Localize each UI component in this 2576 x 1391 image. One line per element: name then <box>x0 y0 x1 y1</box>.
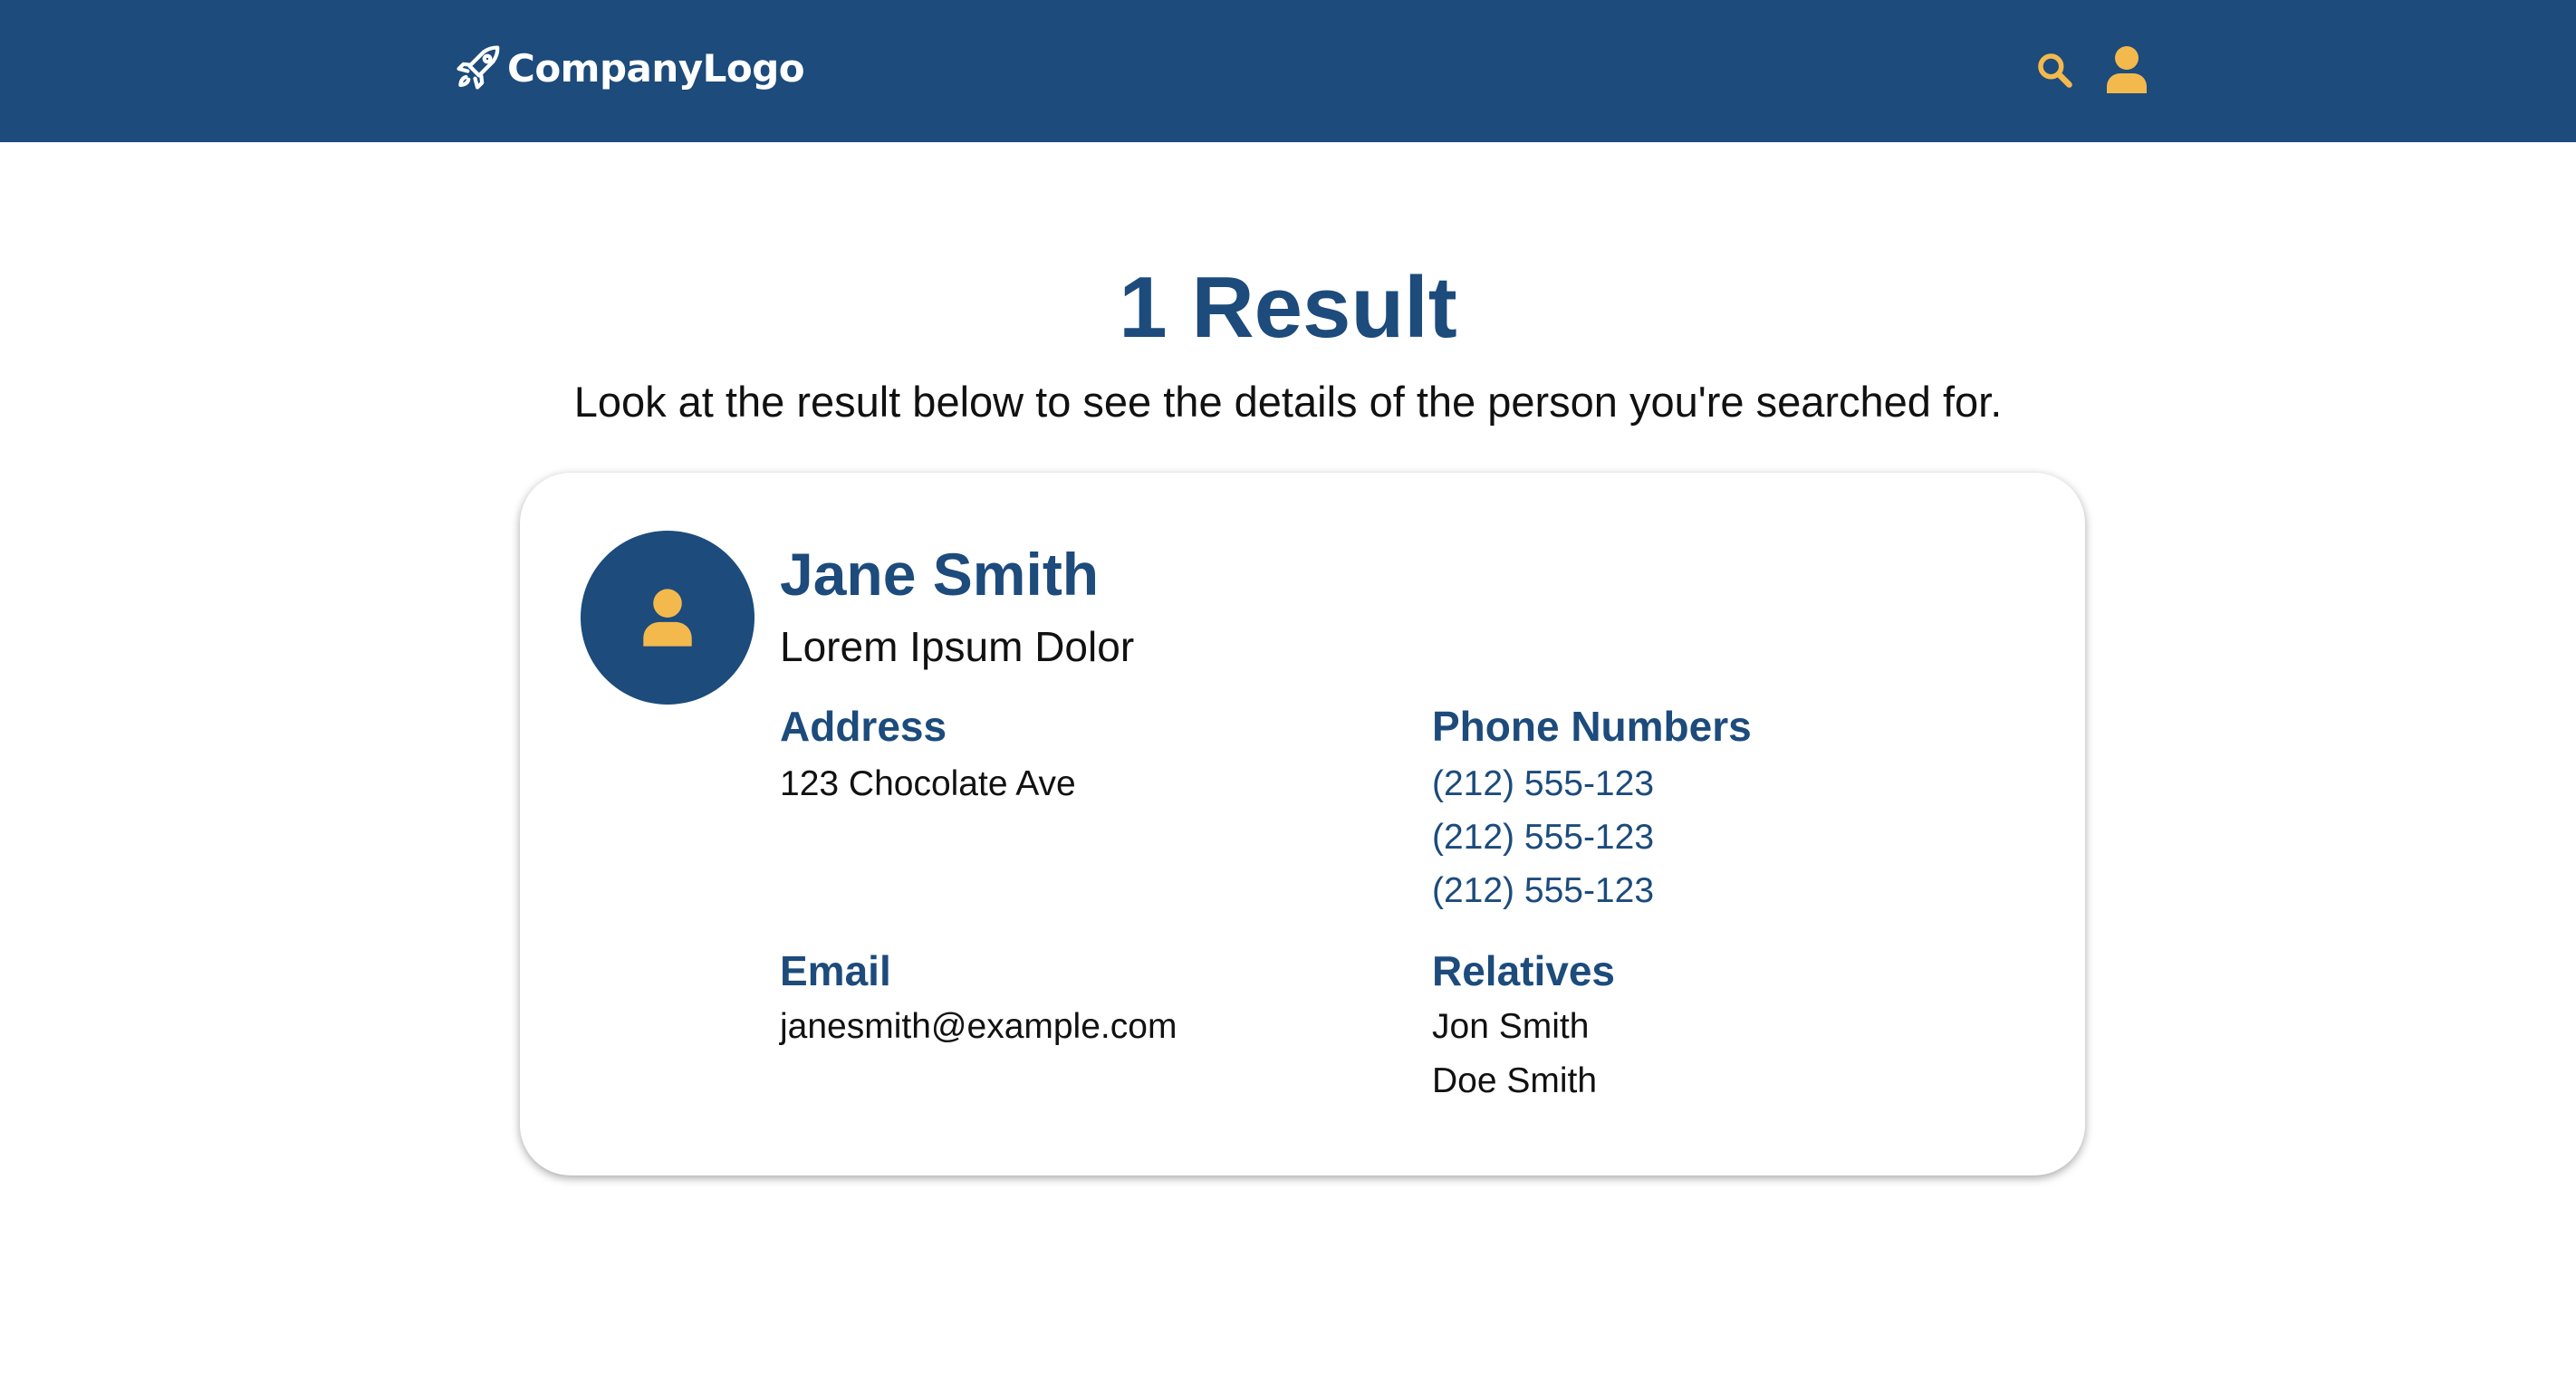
email-value: janesmith@example.com <box>780 1007 1177 1046</box>
phone-number-link[interactable]: (212) 555-123 <box>1432 763 1654 806</box>
person-name: Jane Smith <box>780 541 1100 608</box>
phone-number-link[interactable]: (212) 555-123 <box>1432 869 1654 913</box>
results-count-heading: 1 Result <box>1119 259 1457 356</box>
result-card: Jane Smith Lorem Ipsum Dolor Address 123… <box>520 473 2085 1175</box>
relative-name: Jon Smith <box>1432 1007 1590 1046</box>
user-icon <box>643 589 692 647</box>
search-icon <box>2038 53 2072 88</box>
company-logo[interactable]: CompanyLogo <box>453 38 805 98</box>
top-navbar: CompanyLogo <box>0 0 2576 142</box>
phone-numbers-label: Phone Numbers <box>1432 703 1752 750</box>
person-subtitle: Lorem Ipsum Dolor <box>780 623 1135 670</box>
relatives-label: Relatives <box>1432 947 1616 994</box>
header-actions <box>2033 40 2150 100</box>
logo-text: CompanyLogo <box>507 45 805 91</box>
avatar <box>581 531 755 705</box>
user-icon <box>2107 46 2147 93</box>
email-label: Email <box>780 947 891 994</box>
search-button[interactable] <box>2033 40 2076 100</box>
results-description: Look at the result below to see the deta… <box>573 378 2003 426</box>
phone-number-link[interactable]: (212) 555-123 <box>1432 816 1654 859</box>
relative-name: Doe Smith <box>1432 1061 1598 1100</box>
address-label: Address <box>780 703 947 750</box>
user-account-button[interactable] <box>2103 40 2150 100</box>
address-value: 123 Chocolate Ave <box>780 764 1076 803</box>
rocket-icon <box>457 45 500 90</box>
